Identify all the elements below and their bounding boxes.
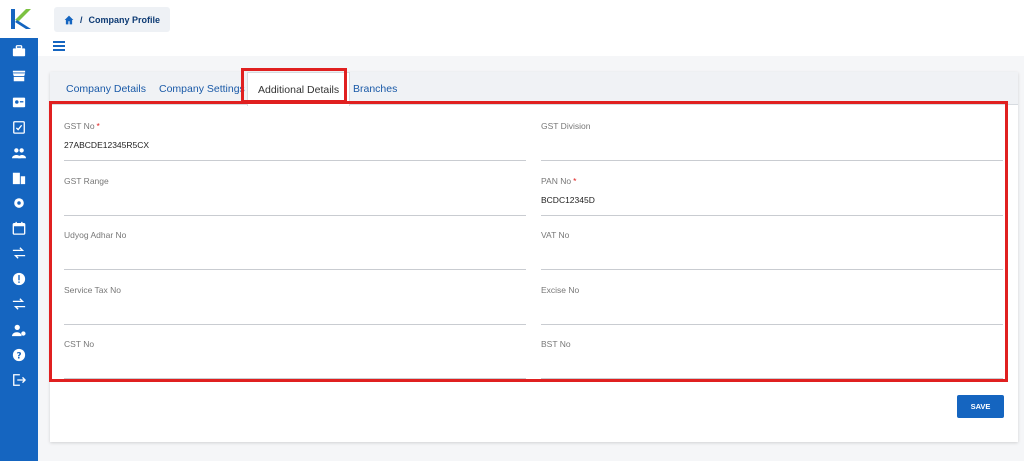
building-icon[interactable] <box>11 170 27 186</box>
store-icon[interactable] <box>11 68 27 84</box>
contact-card-icon[interactable] <box>11 94 27 110</box>
svg-text:?: ? <box>16 352 21 362</box>
swap-icon-2[interactable] <box>11 296 27 312</box>
user-settings-icon[interactable] <box>11 322 27 338</box>
help-icon[interactable]: ? <box>11 347 27 363</box>
briefcase-icon[interactable] <box>11 43 27 59</box>
hamburger-menu-icon[interactable] <box>53 41 65 51</box>
breadcrumb: / Company Profile <box>54 7 171 32</box>
calendar-icon[interactable] <box>11 220 27 236</box>
clipboard-check-icon[interactable] <box>11 119 27 135</box>
alert-icon[interactable] <box>11 271 27 287</box>
form-highlight-box <box>49 101 1008 382</box>
gear-icon[interactable] <box>11 195 27 211</box>
logo-icon <box>11 9 31 29</box>
breadcrumb-separator: / <box>80 14 83 25</box>
save-button[interactable]: SAVE <box>957 395 1004 418</box>
breadcrumb-current: Company Profile <box>88 14 161 25</box>
swap-icon[interactable] <box>11 245 27 261</box>
logo[interactable] <box>0 0 38 38</box>
sidebar: ? <box>0 0 38 461</box>
home-icon[interactable] <box>64 15 74 25</box>
group-icon[interactable] <box>11 145 27 161</box>
logout-icon[interactable] <box>11 372 27 388</box>
tab-highlight-box <box>241 68 347 103</box>
top-bar <box>38 0 1024 56</box>
